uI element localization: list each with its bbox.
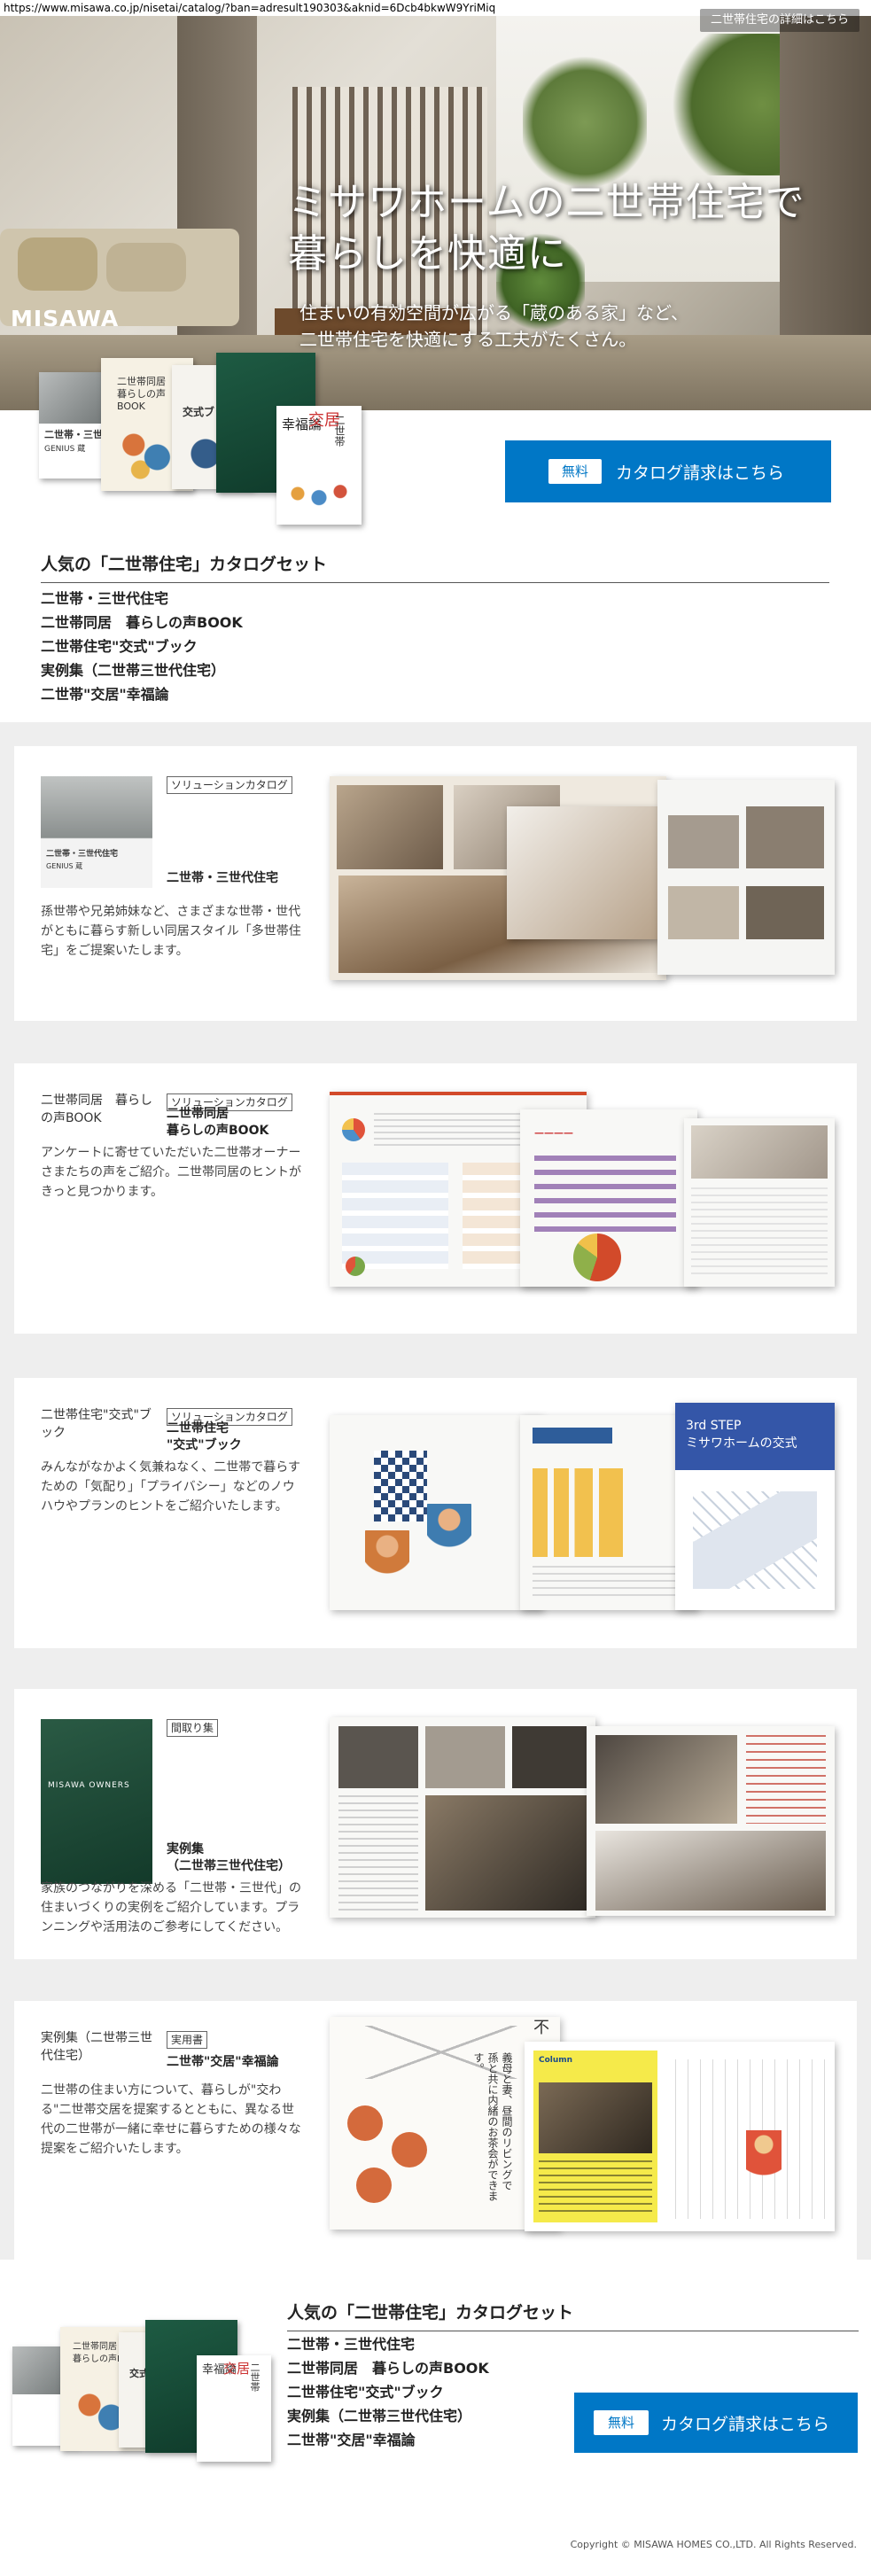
- catalog-card: MISAWA OWNERS 間取り集 実例集 （二世帯三世代住宅） 家族のつなが…: [14, 1689, 857, 1959]
- catalog-tag: 実用書: [167, 2031, 208, 2049]
- catalog-spread-image: [330, 1714, 839, 1926]
- catalog-title: 二世帯"交居"幸福論: [167, 2055, 279, 2069]
- copyright: Copyright © MISAWA HOMES CO.,LTD. All Ri…: [570, 2539, 857, 2550]
- catalog-title: 二世帯・三世代住宅: [167, 871, 278, 885]
- catalog-title: 実例集 （二世帯三世代住宅）: [167, 1842, 291, 1873]
- list-item: 二世帯住宅"交式"ブック: [287, 2384, 444, 2401]
- catalog-spread-image: 義母と妻、昼間のリビングで 孫と共に内緒のお茶会ができます。 不 Column: [330, 2012, 839, 2231]
- catalog-thumbnail: MISAWA OWNERS: [41, 1719, 152, 1884]
- list-item: 二世帯・三世代住宅: [41, 590, 169, 607]
- catalog-title: 二世帯住宅 "交式"ブック: [167, 1421, 242, 1452]
- nisetai-detail-link[interactable]: 二世帯住宅の詳細はこちら: [700, 9, 859, 32]
- list-item: 二世帯住宅"交式"ブック: [41, 638, 198, 655]
- book-cover: 幸福論 交居 二世帯: [276, 406, 362, 525]
- catalog-card: 実例集（二世帯三世代住宅） 実用書 二世帯"交居"幸福論 二世帯の住まい方につい…: [14, 2001, 857, 2260]
- bottom-catalog-set-list: 二世帯・三世代住宅 二世帯同居 暮らしの声BOOK 二世帯住宅"交式"ブック 実…: [287, 2332, 489, 2452]
- catalog-description: 家族のつながりを深める「二世帯・三世代」の住まいづくりの実例をご紹介しています。…: [41, 1881, 301, 1934]
- catalog-spread-image: [330, 771, 839, 984]
- catalog-set-heading: 人気の「二世帯住宅」カタログセット: [41, 551, 829, 583]
- catalog-spread-image: 3rd STEP ミサワホームの交式: [330, 1403, 839, 1615]
- catalog-tag: ソリューションカタログ: [167, 776, 292, 794]
- hero-subtitle: 住まいの有効空間が広がる「蔵のある家」など、 二世帯住宅を快適にする工夫がたくさ…: [299, 302, 688, 350]
- list-item: 二世帯"交居"幸福論: [287, 2432, 416, 2448]
- catalog-set-image: 二世帯・三世代 GENIUS 蔵 二世帯同居 暮らしの声BOOK 交式ブック 幸…: [39, 353, 376, 530]
- free-badge: 無料: [594, 2410, 649, 2435]
- catalog-card: 二世帯住宅"交式"ブック ソリューションカタログ 二世帯住宅 "交式"ブック み…: [14, 1378, 857, 1648]
- list-item: 二世帯同居 暮らしの声BOOK: [41, 614, 243, 631]
- hero-cushion: [18, 237, 97, 291]
- bottom-catalog-set-heading: 人気の「二世帯住宅」カタログセット: [287, 2300, 859, 2331]
- list-item: 実例集（二世帯三世代住宅）: [41, 662, 226, 679]
- list-item: 二世帯・三世代住宅: [287, 2336, 416, 2353]
- list-item: 実例集（二世帯三世代住宅）: [287, 2408, 472, 2424]
- catalog-description: アンケートに寄せていただいた二世帯オーナーさまたちの声をご紹介。二世帯同居のヒン…: [41, 1146, 301, 1199]
- list-item: 二世帯"交居"幸福論: [41, 686, 169, 703]
- catalog-thumbnail: 二世帯・三世代住宅 GENIUS 蔵: [41, 776, 152, 888]
- catalog-card: 二世帯同居 暮らしの声BOOK ソリューションカタログ 二世帯同居 暮らしの声B…: [14, 1063, 857, 1334]
- catalog-set-image-bottom: 二世帯同居 暮らしの声BOOK 交式ブック 幸福論 交居 二世帯: [12, 2306, 278, 2465]
- catalog-image-alt: 実例集（二世帯三世代住宅）: [41, 2031, 152, 2063]
- catalog-request-button[interactable]: 無料 カタログ請求はこちら: [505, 440, 831, 502]
- catalog-description: みんながなかよく気兼ねなく、二世帯で暮らすための「気配り」「プライバシー」などの…: [41, 1460, 301, 1514]
- catalog-request-label: カタログ請求はこちら: [616, 463, 785, 483]
- catalog-card: 二世帯・三世代住宅 GENIUS 蔵 ソリューションカタログ 二世帯・三世代住宅…: [14, 746, 857, 1021]
- hero-plant: [523, 51, 647, 193]
- catalog-description: 孫世帯や兄弟姉妹など、さまざまな世帯・世代がともに暮らす新しい同居スタイル「多世…: [41, 905, 301, 958]
- catalog-spread-image: ————: [330, 1088, 839, 1301]
- catalog-tag: 間取り集: [167, 1719, 219, 1737]
- misawa-logo[interactable]: MISAWA: [11, 306, 119, 331]
- catalog-image-alt: 二世帯同居 暮らしの声BOOK: [41, 1093, 152, 1125]
- catalog-set-list: 二世帯・三世代住宅 二世帯同居 暮らしの声BOOK 二世帯住宅"交式"ブック 実…: [41, 587, 243, 706]
- free-badge: 無料: [548, 459, 602, 484]
- book-cover: 幸福論 交居 二世帯: [197, 2355, 271, 2462]
- catalog-description: 二世帯の住まい方について、暮らしが"交わる"二世帯交居を提案するとともに、異なる…: [41, 2083, 301, 2156]
- hero-cushion: [106, 243, 186, 292]
- catalog-title: 二世帯同居 暮らしの声BOOK: [167, 1107, 269, 1138]
- list-item: 二世帯同居 暮らしの声BOOK: [287, 2360, 489, 2377]
- hero-title: ミサワホームの二世帯住宅で 暮らしを快適に: [288, 180, 805, 276]
- catalog-image-alt: 二世帯住宅"交式"ブック: [41, 1408, 152, 1440]
- catalog-request-button-bottom[interactable]: 無料 カタログ請求はこちら: [574, 2393, 858, 2453]
- catalog-request-label: カタログ請求はこちら: [661, 2414, 830, 2434]
